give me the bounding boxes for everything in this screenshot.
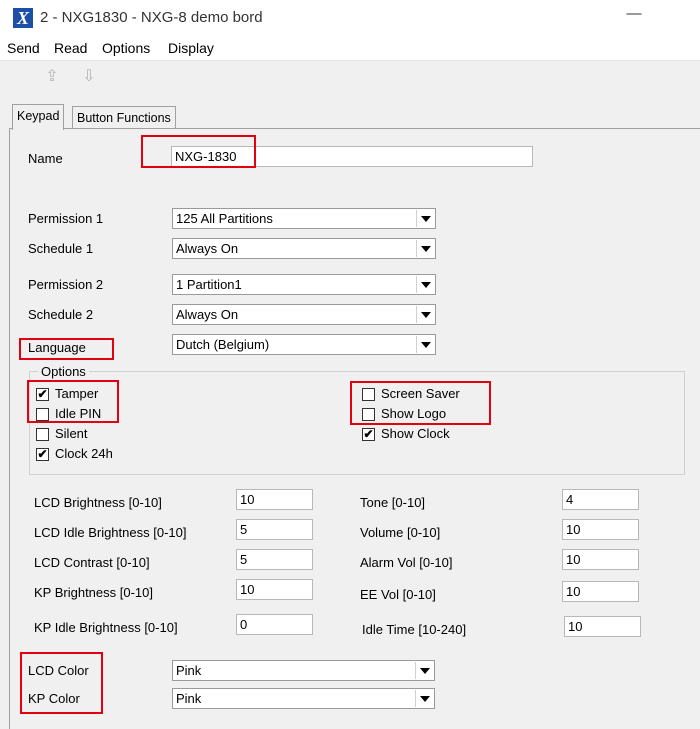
permission2-select[interactable]: 1 Partition1 xyxy=(172,274,436,295)
lcd-idle-brightness-label: LCD Idle Brightness [0-10] xyxy=(34,525,187,540)
clock24h-label: Clock 24h xyxy=(55,446,113,461)
kp-idle-brightness-input[interactable]: 0 xyxy=(236,614,313,635)
tone-input[interactable]: 4 xyxy=(562,489,639,510)
tab-keypad[interactable]: Keypad xyxy=(12,104,65,130)
clock24h-checkbox[interactable]: ✔ xyxy=(36,448,49,461)
lcd-contrast-input[interactable]: 5 xyxy=(236,549,313,570)
kp-color-value: Pink xyxy=(176,691,202,706)
lcd-contrast-label: LCD Contrast [0-10] xyxy=(34,555,150,570)
menu-display[interactable]: Display xyxy=(168,40,214,56)
name-label: Name xyxy=(28,151,63,166)
schedule1-select[interactable]: Always On xyxy=(172,238,436,259)
silent-checkbox[interactable] xyxy=(36,428,49,441)
lcd-color-select[interactable]: Pink xyxy=(172,660,435,681)
permission1-select[interactable]: 125 All Partitions xyxy=(172,208,436,229)
menu-read[interactable]: Read xyxy=(54,40,87,56)
tab-button-functions[interactable]: Button Functions xyxy=(72,106,176,129)
kp-brightness-label: KP Brightness [0-10] xyxy=(34,585,153,600)
silent-label: Silent xyxy=(55,426,88,441)
download-icon[interactable]: ⇩ xyxy=(80,67,98,87)
app-logo-icon: X xyxy=(13,8,33,28)
schedule2-value: Always On xyxy=(176,307,239,322)
permission2-value: 1 Partition1 xyxy=(176,277,242,292)
kp-color-select[interactable]: Pink xyxy=(172,688,435,709)
chevron-down-icon xyxy=(416,276,434,293)
schedule2-select[interactable]: Always On xyxy=(172,304,436,325)
permission1-label: Permission 1 xyxy=(28,211,104,226)
ee-vol-label: EE Vol [0-10] xyxy=(360,587,436,602)
window-title: 2 - NXG1830 - NXG-8 demo bord xyxy=(40,9,263,26)
upload-icon[interactable]: ⇪ xyxy=(43,67,61,87)
alarm-vol-input[interactable]: 10 xyxy=(562,549,639,570)
chevron-down-icon xyxy=(416,210,434,227)
schedule1-value: Always On xyxy=(176,241,239,256)
volume-input[interactable]: 10 xyxy=(562,519,639,540)
highlight-tamper-idle-pin xyxy=(27,380,119,423)
permission2-label: Permission 2 xyxy=(28,277,104,292)
minimize-button[interactable]: — xyxy=(624,6,644,26)
kp-idle-brightness-label: KP Idle Brightness [0-10] xyxy=(34,620,178,635)
lcd-brightness-input[interactable]: 10 xyxy=(236,489,313,510)
tone-label: Tone [0-10] xyxy=(360,495,426,510)
language-select[interactable]: Dutch (Belgium) xyxy=(172,334,436,355)
idle-time-label: Idle Time [10-240] xyxy=(362,622,467,637)
options-group-title: Options xyxy=(38,364,89,379)
highlight-colors xyxy=(20,652,103,714)
volume-label: Volume [0-10] xyxy=(360,525,441,540)
idle-time-input[interactable]: 10 xyxy=(564,616,641,637)
highlight-language xyxy=(19,338,114,360)
chevron-down-icon xyxy=(416,306,434,323)
chevron-down-icon xyxy=(415,690,433,707)
toolbar xyxy=(0,60,700,97)
chevron-down-icon xyxy=(415,662,433,679)
schedule2-label: Schedule 2 xyxy=(28,307,94,322)
show-clock-checkbox[interactable]: ✔ xyxy=(362,428,375,441)
chevron-down-icon xyxy=(416,336,434,353)
menu-send[interactable]: Send xyxy=(7,40,40,56)
kp-brightness-input[interactable]: 10 xyxy=(236,579,313,600)
lcd-brightness-label: LCD Brightness [0-10] xyxy=(34,495,162,510)
language-value: Dutch (Belgium) xyxy=(176,337,270,352)
show-clock-label: Show Clock xyxy=(381,426,450,441)
highlight-name xyxy=(141,135,256,168)
lcd-color-value: Pink xyxy=(176,663,202,678)
alarm-vol-label: Alarm Vol [0-10] xyxy=(360,555,453,570)
chevron-down-icon xyxy=(416,240,434,257)
ee-vol-input[interactable]: 10 xyxy=(562,581,639,602)
menu-options[interactable]: Options xyxy=(102,40,150,56)
lcd-idle-brightness-input[interactable]: 5 xyxy=(236,519,313,540)
highlight-screen-saver-show-logo xyxy=(350,381,491,425)
permission1-value: 125 All Partitions xyxy=(176,211,273,226)
schedule1-label: Schedule 1 xyxy=(28,241,94,256)
